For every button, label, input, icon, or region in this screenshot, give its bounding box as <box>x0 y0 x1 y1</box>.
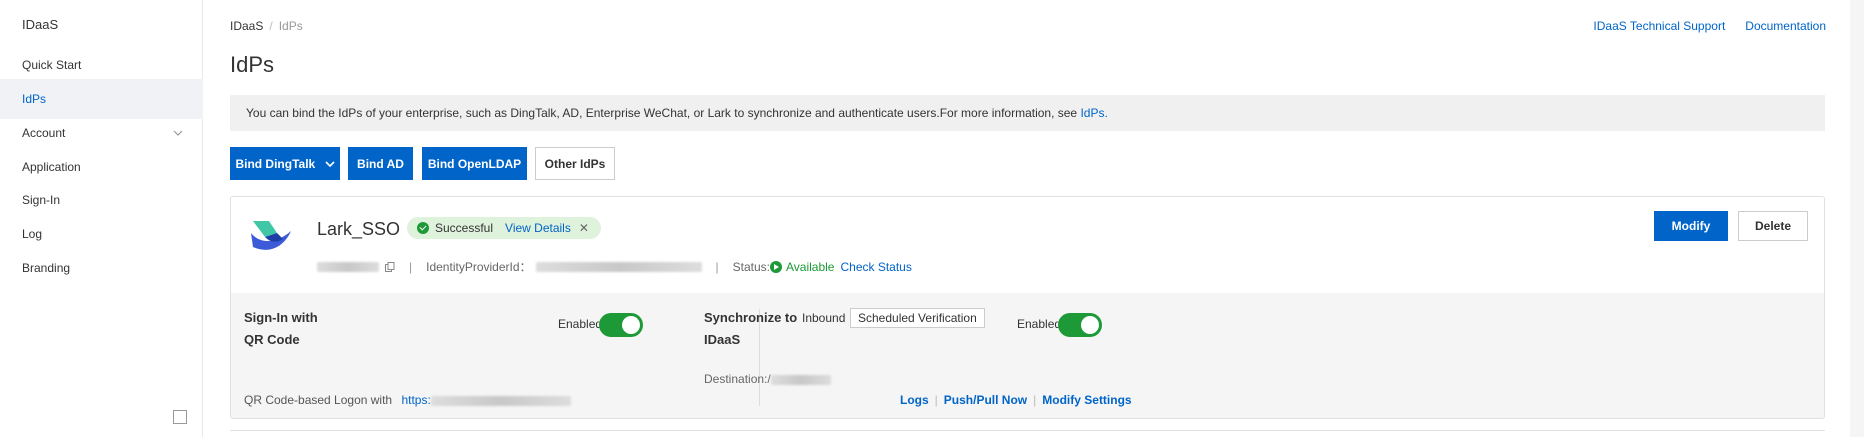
sync-enabled-label: Enabled <box>1017 317 1062 331</box>
modify-button[interactable]: Modify <box>1654 211 1728 241</box>
notice-idps-link[interactable]: IdPs. <box>1080 106 1107 120</box>
play-circle-icon <box>770 260 782 273</box>
idp-card: Lark_SSO Successful View Details ✕ | Ide… <box>230 196 1825 419</box>
status-available: Available <box>770 260 834 274</box>
sync-toggle[interactable] <box>1058 313 1102 337</box>
badge-status-text: Successful <box>435 221 494 235</box>
status-value: Available <box>786 259 835 274</box>
sync-title-line2: IDaaS <box>704 332 741 347</box>
breadcrumb-root[interactable]: IDaaS <box>230 19 263 33</box>
delete-button[interactable]: Delete <box>1738 211 1808 241</box>
signin-qr-toggle[interactable] <box>599 313 643 337</box>
modify-settings-link[interactable]: Modify Settings <box>1042 393 1131 407</box>
bind-dingtalk-button[interactable]: Bind DingTalk <box>230 147 340 180</box>
sync-title-line1: Synchronize to <box>704 310 798 325</box>
breadcrumb: IDaaS / IdPs <box>230 19 303 33</box>
sync-direction: Inbound <box>802 311 846 325</box>
sidebar: IDaaS Quick Start IdPs Account Applicati… <box>0 0 203 437</box>
sidebar-brand: IDaaS <box>22 17 59 32</box>
redacted-provider-id <box>535 261 702 272</box>
push-pull-now-link[interactable]: Push/Pull Now <box>944 393 1027 407</box>
redacted-destination <box>770 374 831 385</box>
copy-icon[interactable] <box>385 261 395 272</box>
destination-label: Destination:/ <box>704 372 771 386</box>
bind-dingtalk-label: Bind DingTalk <box>235 156 316 171</box>
signin-qr-title-line1: Sign-In with <box>244 310 318 325</box>
check-status-link[interactable]: Check Status <box>840 260 911 274</box>
sync-title: Synchronize to IDaaS <box>704 293 797 351</box>
bind-openldap-button[interactable]: Bind OpenLDAP <box>422 147 527 180</box>
signin-enabled-label: Enabled <box>558 317 603 331</box>
redacted-id <box>317 261 379 272</box>
scheduled-verification-tag: Scheduled Verification <box>850 308 985 328</box>
logs-link[interactable]: Logs <box>900 393 929 407</box>
sync-action-links: Logs | Push/Pull Now | Modify Settings <box>900 393 1132 407</box>
qr-logon-label: QR Code-based Logon with <box>244 393 393 407</box>
lark-logo-icon <box>251 221 291 250</box>
idp-card-header: Lark_SSO Successful View Details ✕ | Ide… <box>231 197 1824 293</box>
qr-logon-link[interactable]: https: <box>401 393 430 407</box>
chevron-down-icon <box>173 130 183 136</box>
next-card-edge <box>230 430 1825 440</box>
other-idps-button[interactable]: Other IdPs <box>535 147 615 180</box>
status-badge: Successful View Details ✕ <box>407 217 601 239</box>
sidebar-item-label: IdPs <box>22 92 47 106</box>
breadcrumb-current: IdPs <box>278 19 303 33</box>
sidebar-item-label: Branding <box>22 261 71 275</box>
idp-meta: | IdentityProviderId： | Status: Availabl… <box>317 258 912 275</box>
view-details-link[interactable]: View Details <box>505 217 571 239</box>
collapse-toggle[interactable] <box>173 410 187 424</box>
notice-text: You can bind the IdPs of your enterprise… <box>246 106 1081 120</box>
link-divider: | <box>934 393 938 407</box>
chevron-down-icon <box>324 160 335 167</box>
scrollbar[interactable] <box>1850 0 1864 437</box>
signin-qr-title-line2: QR Code <box>244 332 300 347</box>
bind-ad-button[interactable]: Bind AD <box>348 147 413 180</box>
status-label: Status: <box>732 259 770 274</box>
sidebar-item-label: Sign-In <box>22 193 61 207</box>
check-circle-icon <box>417 222 429 234</box>
qr-logon-row: QR Code-based Logon with https: <box>244 393 571 407</box>
close-icon[interactable]: ✕ <box>579 217 589 239</box>
top-links: IDaaS Technical Support Documentation <box>1573 19 1826 33</box>
page-title: IdPs <box>230 52 275 77</box>
sidebar-item-branding[interactable]: Branding <box>0 248 203 288</box>
redacted-url <box>430 395 571 406</box>
sidebar-item-label: Log <box>22 227 43 241</box>
main-content: IDaaS / IdPs IDaaS Technical Support Docume… <box>203 0 1864 437</box>
destination-row: Destination:/ <box>704 372 831 386</box>
idp-name: Lark_SSO <box>317 219 401 239</box>
sidebar-item-label: Quick Start <box>22 58 82 72</box>
technical-support-link[interactable]: IDaaS Technical Support <box>1593 19 1725 33</box>
breadcrumb-separator: / <box>269 19 273 33</box>
sidebar-item-label: Application <box>22 160 81 174</box>
info-notice: You can bind the IdPs of your enterprise… <box>230 95 1825 131</box>
idp-card-settings: Sign-In with QR Code Enabled QR Code-bas… <box>231 293 1824 418</box>
sidebar-item-label: Account <box>22 126 66 140</box>
identity-provider-id-label: IdentityProviderId： <box>426 260 532 274</box>
meta-divider: | <box>409 259 413 274</box>
signin-qr-title: Sign-In with QR Code <box>244 293 318 351</box>
link-divider: | <box>1033 393 1037 407</box>
meta-divider: | <box>715 259 719 274</box>
documentation-link[interactable]: Documentation <box>1745 19 1826 33</box>
